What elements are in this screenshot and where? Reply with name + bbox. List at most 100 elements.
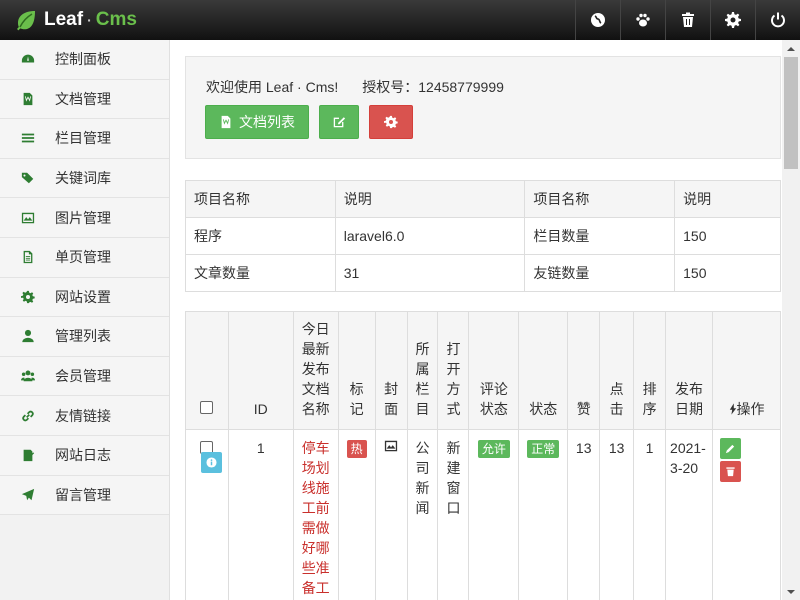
hot-badge: 热 [346, 440, 367, 458]
info-cell: 栏目数量 [524, 217, 676, 255]
document-icon [20, 91, 36, 107]
row-category: 公司新闻 [415, 440, 430, 516]
info-cell: 文章数量 [185, 254, 336, 292]
gear-icon [384, 115, 398, 129]
sidebar-item-label: 网站设置 [55, 288, 111, 305]
comment-status-badge[interactable]: 允许 [477, 440, 510, 458]
header-title: 今日最新发布文档名称 [292, 311, 339, 430]
brand-logo[interactable]: Leaf · Cms [0, 0, 137, 40]
tags-icon [20, 170, 36, 186]
user-icon [20, 328, 36, 344]
info-header-cell: 说明 [334, 180, 526, 218]
sidebar-item-dashboard[interactable]: 控制面板 [0, 40, 169, 80]
top-bar: Leaf · Cms [0, 0, 800, 40]
header-order-label: 排序 [642, 381, 657, 417]
header-likes: 赞 [567, 311, 601, 430]
document-icon [221, 115, 231, 129]
vertical-scrollbar[interactable] [782, 40, 800, 600]
sidebar-item-label: 栏目管理 [55, 130, 111, 147]
edit-row-button[interactable] [720, 438, 742, 459]
gear-icon [725, 12, 741, 28]
header-category-label: 所属栏目 [415, 341, 430, 417]
info-button[interactable] [200, 451, 222, 473]
header-category: 所属栏目 [406, 311, 439, 430]
scroll-up-arrow[interactable] [782, 40, 800, 57]
header-open-mode-label: 打开方式 [446, 341, 461, 417]
sidebar-item-label: 友情链接 [55, 407, 111, 424]
users-icon [20, 368, 36, 384]
sidebar: 控制面板 文档管理 栏目管理 关键词库 图片管理 单页管理 网站设置 管理列表 … [0, 40, 170, 600]
row-id: 1 [227, 429, 294, 600]
main-content: 欢迎使用 Leaf · Cms! 授权号：12458779999 文档列表 项目名… [170, 40, 782, 600]
sidebar-item-label: 控制面板 [55, 51, 111, 68]
info-icon [205, 456, 217, 468]
sidebar-item-site-settings[interactable]: 网站设置 [0, 277, 169, 318]
image-icon[interactable] [384, 439, 398, 453]
header-id: ID [227, 311, 294, 430]
sidebar-item-keywords[interactable]: 关键词库 [0, 158, 169, 199]
document-list-label: 文档列表 [239, 114, 295, 130]
welcome-greeting: 欢迎使用 Leaf · Cms! [206, 79, 339, 95]
sidebar-item-admins[interactable]: 管理列表 [0, 317, 169, 357]
row-clicks: 13 [599, 429, 635, 600]
row-date: 2021-3-20 [670, 440, 706, 476]
sidebar-item-messages[interactable]: 留言管理 [0, 475, 169, 516]
select-all-checkbox[interactable] [200, 401, 214, 414]
trash-button[interactable] [665, 0, 710, 40]
sidebar-item-categories[interactable]: 栏目管理 [0, 119, 169, 159]
pencil-icon [725, 444, 735, 454]
delete-row-button[interactable] [720, 461, 742, 482]
edit-button[interactable] [319, 105, 359, 139]
sidebar-item-friend-links[interactable]: 友情链接 [0, 396, 169, 436]
gear-icon [20, 289, 36, 305]
sidebar-item-label: 会员管理 [55, 368, 111, 385]
scrollbar-thumb[interactable] [784, 57, 798, 169]
header-title-label: 今日最新发布文档名称 [301, 321, 330, 417]
top-actions [575, 0, 800, 40]
row-title-cell: 停车场划线施工前需做好哪些准备工 [292, 429, 339, 600]
license-number: 授权号：12458779999 [362, 79, 504, 95]
sidebar-item-pages[interactable]: 单页管理 [0, 237, 169, 278]
info-header-cell: 项目名称 [524, 180, 676, 218]
info-table: 项目名称 说明 项目名称 说明 程序 laravel6.0 栏目数量 150 文… [185, 180, 781, 292]
dashboard-icon [20, 51, 36, 67]
sidebar-item-documents[interactable]: 文档管理 [0, 79, 169, 120]
welcome-text: 欢迎使用 Leaf · Cms! 授权号：12458779999 [206, 77, 504, 97]
power-icon [771, 12, 785, 28]
sidebar-item-label: 文档管理 [55, 90, 111, 107]
sidebar-item-label: 管理列表 [55, 328, 111, 345]
scroll-down-arrow[interactable] [782, 583, 800, 600]
paw-button[interactable] [620, 0, 665, 40]
table-row: 1 停车场划线施工前需做好哪些准备工 热 公司新闻 新建窗口 允许 正常 13 … [185, 429, 781, 600]
logout-button[interactable] [755, 0, 800, 40]
settings-button[interactable] [369, 105, 413, 139]
trash-icon [726, 467, 735, 477]
sidebar-item-site-log[interactable]: 网站日志 [0, 435, 169, 476]
header-order: 排序 [633, 311, 667, 430]
status-badge[interactable]: 正常 [527, 440, 560, 458]
globe-button[interactable] [575, 0, 620, 40]
welcome-buttons: 文档列表 [205, 105, 413, 139]
sidebar-item-images[interactable]: 图片管理 [0, 198, 169, 238]
document-list-button[interactable]: 文档列表 [205, 105, 309, 139]
info-cell: 程序 [185, 217, 336, 255]
sidebar-item-label: 关键词库 [55, 170, 111, 187]
document-list-table: ID 今日最新发布文档名称 标记 封面 所属栏目 打开方式 评论状态 状态 赞 … [185, 311, 781, 600]
sidebar-item-members[interactable]: 会员管理 [0, 356, 169, 397]
info-table-row: 程序 laravel6.0 栏目数量 150 [185, 217, 781, 255]
settings-button[interactable] [710, 0, 755, 40]
info-cell: 150 [674, 217, 781, 255]
row-cover-cell [374, 429, 408, 600]
sidebar-item-label: 留言管理 [55, 486, 111, 503]
globe-icon [591, 13, 605, 27]
info-cell: 150 [674, 254, 781, 292]
paw-icon [636, 13, 650, 27]
row-title-link[interactable]: 停车场划线施工前需做好哪些准备工 [302, 438, 330, 598]
log-icon [20, 447, 36, 463]
header-id-label: ID [253, 401, 268, 417]
row-category-cell: 公司新闻 [406, 429, 439, 600]
welcome-panel: 欢迎使用 Leaf · Cms! 授权号：12458779999 文档列表 [185, 56, 781, 159]
info-cell: laravel6.0 [334, 217, 526, 255]
list-icon [20, 130, 36, 146]
info-header-cell: 项目名称 [185, 180, 336, 218]
